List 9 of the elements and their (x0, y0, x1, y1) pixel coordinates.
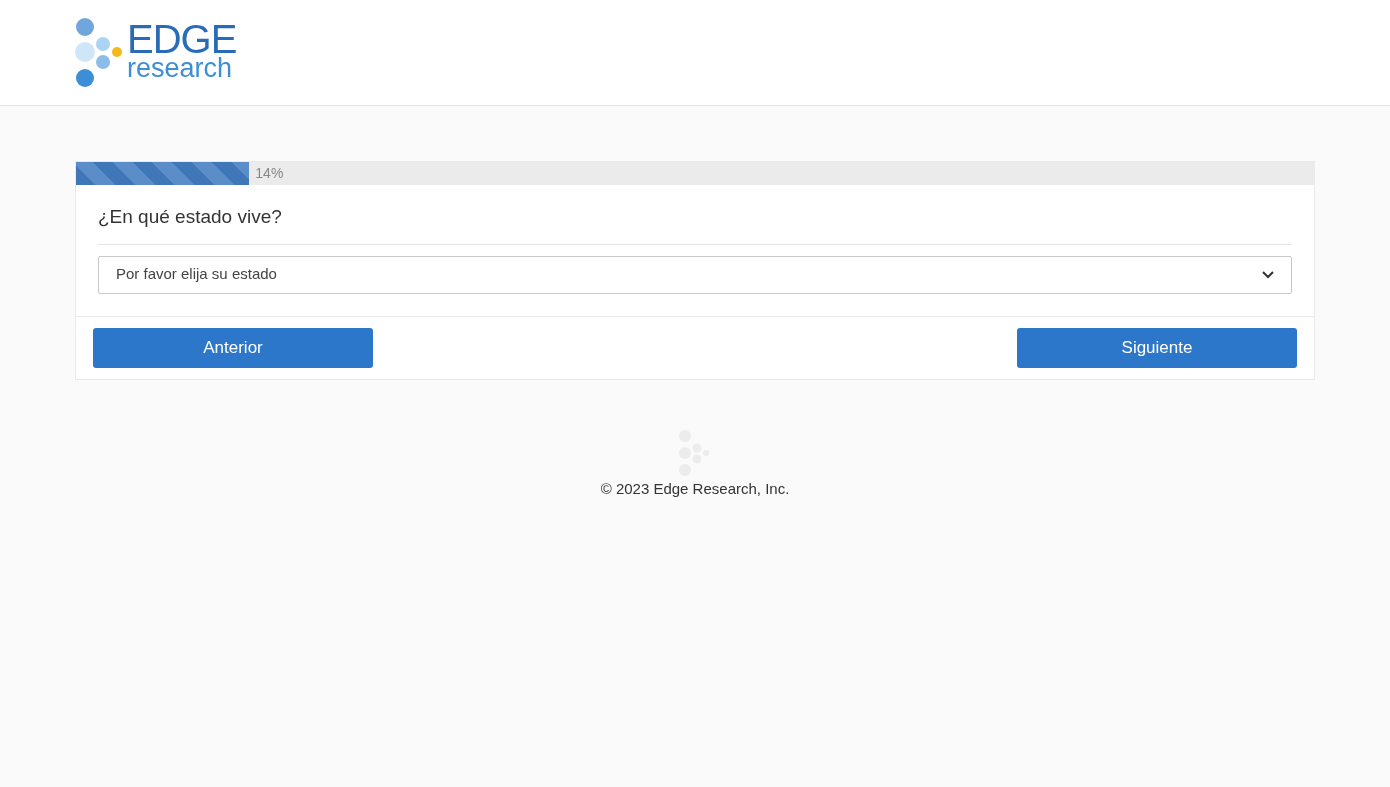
chevron-down-icon (1262, 270, 1274, 279)
nav-button[interactable]: Siguiente (1017, 327, 1297, 368)
question-text: ¿En qué estado vive? (98, 185, 1292, 245)
copyright-text: © 2023 Edge Research, Inc. (600, 478, 790, 499)
logo-dots-icon (75, 16, 125, 89)
progress-percent: 14% (255, 164, 284, 183)
state-select[interactable]: Por favor elija su estado (98, 255, 1292, 294)
logo-tagline: research (127, 55, 234, 82)
nav-button[interactable]: Anterior (93, 327, 373, 368)
